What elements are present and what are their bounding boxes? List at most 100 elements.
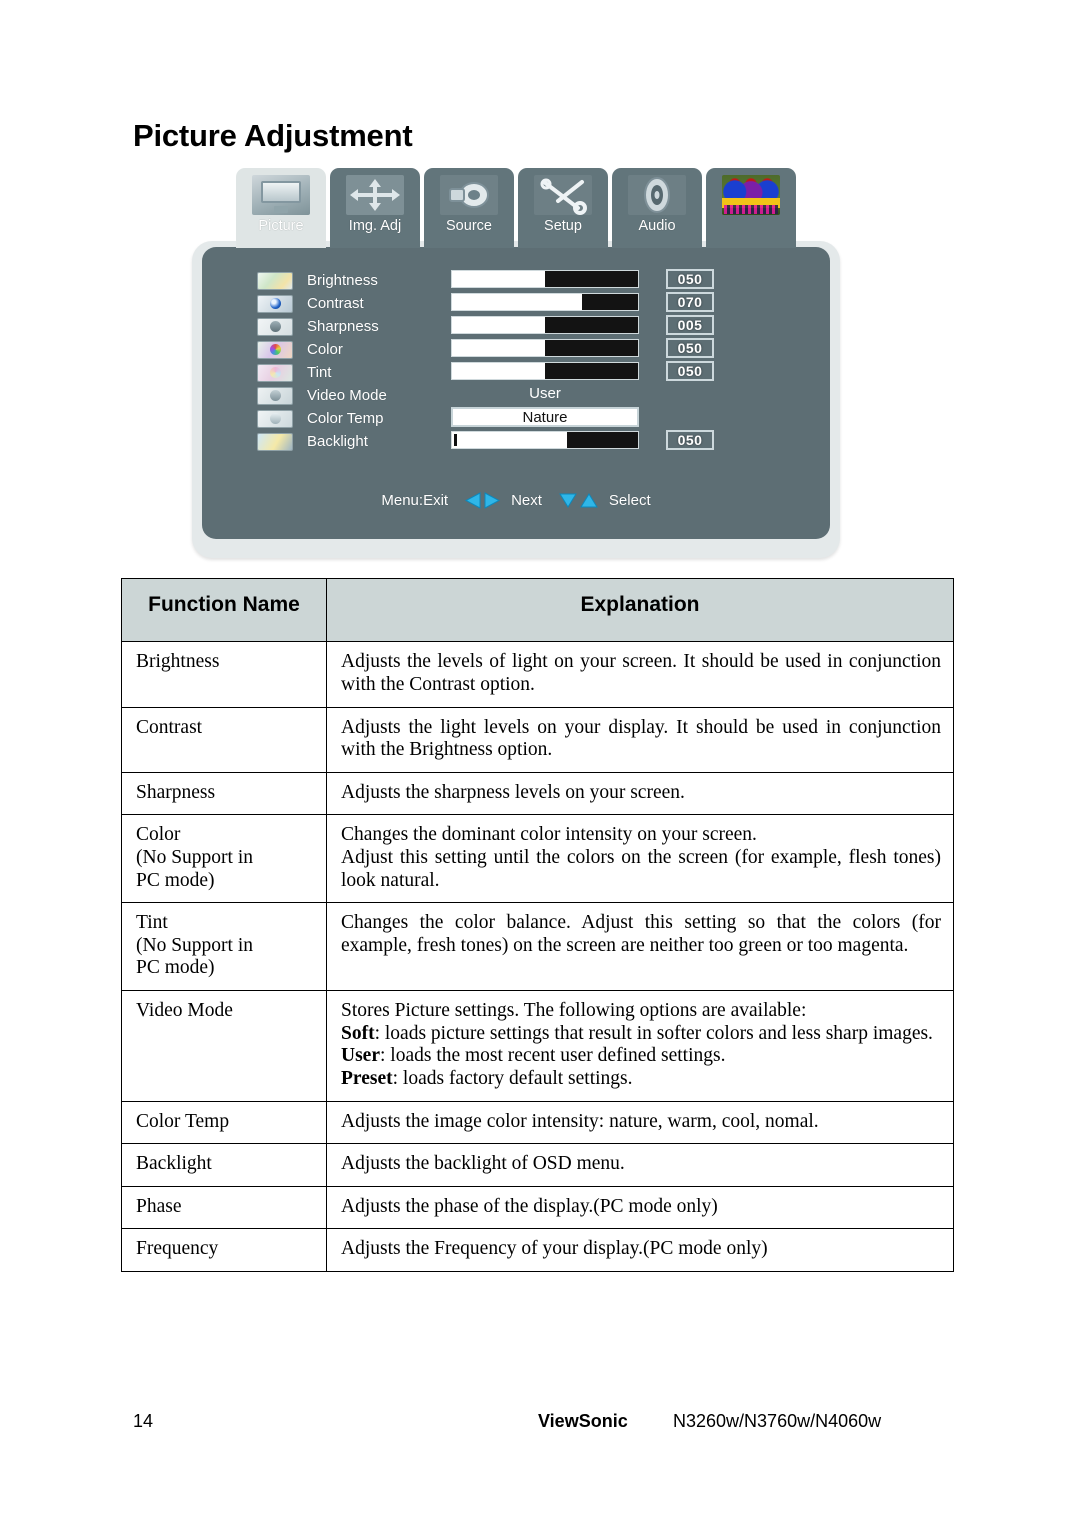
page-number: 14 — [133, 1411, 154, 1431]
tint-icon — [257, 363, 293, 382]
contrast-icon — [257, 294, 293, 313]
option-description: : loads the most recent user defined set… — [379, 1045, 726, 1067]
osd-frame: Brightness Contrast Sharpness Color Tint Vide… — [192, 241, 840, 558]
osd-tab-source[interactable]: Source — [424, 168, 514, 248]
explanation-line: Preset: loads factory default settings. — [341, 1068, 941, 1091]
slider-fill — [567, 431, 638, 448]
osd-row-label: Video Mode — [307, 387, 387, 404]
osd-tab-picture[interactable]: Picture — [236, 168, 326, 248]
osd-video-mode-value: User — [529, 385, 561, 402]
osd-tab-label: Audio — [638, 218, 676, 234]
explanation-cell: Adjusts the image color intensity: natur… — [326, 1100, 954, 1145]
backlight-icon — [257, 432, 293, 451]
osd-value-badge: 050 — [666, 360, 714, 381]
explanation-line: Adjust this setting until the colors on … — [341, 847, 941, 891]
slider-fill — [545, 270, 638, 287]
osd-slider-tint[interactable] — [451, 361, 639, 380]
hint-next-group: Next — [464, 492, 542, 509]
explanation-cell: Adjusts the light levels on your display… — [326, 706, 954, 773]
option-description: : loads factory default settings. — [392, 1067, 633, 1089]
table-row: Sharpness Adjusts the sharpness levels on… — [121, 771, 954, 816]
osd-control-row[interactable]: 050 — [451, 359, 751, 382]
column-header-explanation: Explanation — [326, 577, 954, 643]
function-name-cell: Color Temp — [121, 1100, 327, 1145]
sharpness-icon — [257, 317, 293, 336]
osd-slider-brightness[interactable] — [451, 269, 639, 288]
osd-control-row[interactable]: User — [451, 382, 751, 405]
osd-tab-label: Source — [446, 218, 492, 234]
four-arrows-icon — [346, 175, 404, 215]
table-row: Color (No Support in PC mode) Changes the… — [121, 814, 954, 904]
osd-tab-audio[interactable]: Audio — [612, 168, 702, 248]
explanation-cell: Adjusts the Frequency of your display.(P… — [326, 1228, 954, 1272]
osd-value-badge: 005 — [666, 314, 714, 335]
osd-tab-strip: Picture Img. Adj Source Setup Audio — [236, 168, 796, 248]
hint-exit-label: Menu:Exit — [381, 492, 449, 509]
videomode-icon — [257, 386, 293, 405]
brightness-icon — [257, 271, 293, 290]
table-row: Contrast Adjusts the light levels on your… — [121, 706, 954, 773]
explanation-line: Stores Picture settings. The following o… — [341, 1000, 807, 1022]
explanation-line: Adjusts the phase of the display.(PC mod… — [341, 1195, 718, 1217]
osd-control-row[interactable]: 050 — [451, 336, 751, 359]
osd-control-row[interactable]: 050 — [451, 267, 751, 290]
osd-slider-color[interactable] — [451, 338, 639, 357]
color-icon — [257, 340, 293, 359]
model-numbers: N3260w/N3760w/N4060w — [673, 1411, 882, 1431]
wrench-tools-icon — [534, 175, 592, 215]
option-keyword: Preset — [341, 1067, 393, 1089]
table-body: Brightness Adjusts the levels of light on… — [121, 641, 954, 1272]
hint-select-group: Select — [558, 492, 651, 509]
osd-hint-bar: Menu:Exit Next Select — [202, 492, 830, 509]
explanation-line: Changes the dominant color intensity on … — [341, 824, 757, 846]
table-row: Tint (No Support in PC mode) Changes the … — [121, 902, 954, 992]
osd-value-badge: 050 — [666, 429, 714, 450]
slider-fill — [545, 316, 638, 333]
brand-name: ViewSonic — [538, 1411, 628, 1431]
osd-row-label: Color — [307, 341, 343, 358]
function-name-cell: Brightness — [121, 641, 327, 708]
osd-panel: Brightness Contrast Sharpness Color Tint Vide… — [202, 247, 830, 539]
osd-slider-backlight[interactable] — [451, 430, 639, 449]
slider-fill — [545, 362, 638, 379]
osd-control-row[interactable]: Nature — [451, 405, 751, 428]
column-header-function-name: Function Name — [121, 577, 327, 643]
osd-row-label: Contrast — [307, 295, 364, 312]
osd-tab-img-adj[interactable]: Img. Adj — [330, 168, 420, 248]
osd-control-row[interactable]: 005 — [451, 313, 751, 336]
osd-control-row[interactable]: 070 — [451, 290, 751, 313]
option-keyword: Soft — [341, 1022, 375, 1044]
connector-icon — [440, 175, 498, 215]
osd-control-row[interactable]: 050 — [451, 428, 751, 451]
explanation-line: Adjusts the levels of light on your scre… — [341, 651, 941, 695]
osd-slider-sharpness[interactable] — [451, 315, 639, 334]
osd-row-label: Backlight — [307, 433, 368, 450]
icon-glyph — [269, 298, 281, 309]
icon-glyph — [269, 321, 281, 332]
table-row: Frequency Adjusts the Frequency of your d… — [121, 1228, 954, 1272]
function-explanation-table: Function Name Explanation Brightness Adju… — [121, 577, 954, 1272]
osd-slider-contrast[interactable] — [451, 292, 639, 311]
osd-tab-image[interactable] — [706, 168, 796, 248]
osd-row-label: Sharpness — [307, 318, 379, 335]
function-name-cell: Video Mode — [121, 990, 327, 1102]
table-row: Color Temp Adjusts the image color intens… — [121, 1100, 954, 1145]
explanation-line: User: loads the most recent user defined… — [341, 1045, 941, 1068]
slider-fill — [582, 293, 638, 310]
speaker-icon — [628, 175, 686, 215]
function-name-cell: Backlight — [121, 1143, 327, 1187]
explanation-line: Changes the color balance. Adjust this s… — [341, 912, 941, 956]
function-name-cell: Color (No Support in PC mode) — [121, 814, 327, 904]
osd-tab-setup[interactable]: Setup — [518, 168, 608, 248]
osd-color-temp-value[interactable]: Nature — [451, 406, 639, 427]
explanation-cell: Stores Picture settings. The following o… — [326, 990, 954, 1102]
colortemp-icon — [257, 409, 293, 428]
icon-glyph — [269, 344, 281, 355]
explanation-line: Adjusts the backlight of OSD menu. — [341, 1153, 625, 1175]
function-name-cell: Phase — [121, 1185, 327, 1230]
osd-control-list: 050 070 005 050 050 User Nature 050 — [451, 267, 751, 451]
document-page: Picture Adjustment Picture Img. Adj Source… — [0, 0, 1080, 1528]
table-row: Phase Adjusts the phase of the display.(P… — [121, 1185, 954, 1230]
slider-handle[interactable] — [454, 433, 457, 446]
hint-select-label: Select — [608, 492, 651, 509]
